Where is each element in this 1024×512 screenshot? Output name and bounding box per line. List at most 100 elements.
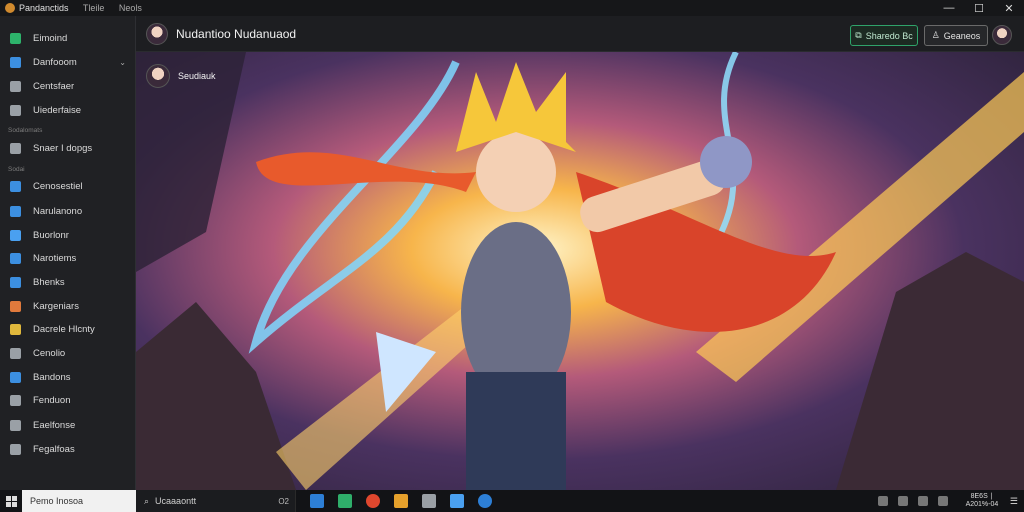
share-icon: ⧉ [855, 30, 862, 40]
channel-name: Seudiauk [178, 71, 216, 81]
channel-chip[interactable]: Seudiauk [146, 64, 216, 88]
minimize-button[interactable]: — [934, 0, 964, 16]
sidebar-item-10[interactable]: Kargeniars [0, 296, 136, 316]
app-icon [5, 3, 15, 13]
flag-icon [10, 419, 21, 431]
anime-hero-artwork [136, 52, 1024, 490]
office-app-icon[interactable] [394, 494, 408, 508]
page-title: Nudantioo Nudanuaod [176, 26, 297, 41]
share-button[interactable]: ⧉ Sharedo Bc [850, 25, 918, 46]
avatar[interactable] [146, 22, 168, 45]
energy-swirl-left [248, 60, 460, 354]
sidebar-item-label: Bhenks [33, 276, 65, 288]
sidebar-item-5[interactable]: Cenosestiel [0, 176, 136, 196]
clock[interactable]: 8E6S ∣ A201%-04 [962, 493, 1002, 509]
sidebar-item-4[interactable]: Snaer I dopgs [0, 138, 136, 158]
sidebar-item-label: Cenolio [33, 347, 66, 359]
rock-right [836, 252, 1024, 490]
clock-date: A201%-04 [965, 501, 999, 508]
sidebar-item-label: Dacrele Hlcnty [33, 323, 95, 335]
sidebar: Sodalomats Sodai Eimoind Danfooom ⌄ Centsfa… [0, 16, 136, 490]
search-icon: ⌕ [144, 495, 150, 506]
sidebar-item-13[interactable]: Bandons [0, 367, 136, 387]
account-button[interactable]: ♙ Geaneos [924, 25, 988, 46]
volume-icon[interactable] [897, 496, 908, 506]
sidebar-item-0[interactable]: Eimoind [0, 28, 136, 48]
sidebar-item-label: Danfooom [33, 56, 77, 68]
channel-header: Nudantioo Nudanuaod ⧉ Sharedo Bc ♙ Geane… [136, 16, 1024, 52]
clock-time: 8E6S ∣ [970, 493, 994, 500]
sidebar-item-3[interactable]: Uiederfaise [0, 100, 136, 120]
sidebar-item-6[interactable]: Narulanono [0, 201, 136, 221]
profile-avatar[interactable] [992, 25, 1012, 45]
channel-avatar [146, 64, 170, 88]
settings-icon [10, 104, 21, 116]
sidebar-item-label: Snaer I dopgs [33, 142, 93, 154]
window-controls: — ☐ ✕ [934, 0, 1024, 16]
taskbar-search-count: O2 [278, 496, 289, 506]
calendar-icon [10, 371, 21, 383]
chevron-down-icon[interactable]: ⌄ [119, 58, 126, 67]
language-icon[interactable] [937, 496, 948, 506]
sidebar-item-14[interactable]: Fenduon [0, 390, 136, 410]
menu-item-tleile[interactable]: Tleile [83, 3, 105, 13]
home-icon [10, 32, 21, 44]
files-app-icon[interactable] [422, 494, 436, 508]
user-icon [10, 394, 21, 406]
store-app-icon[interactable] [338, 494, 352, 508]
bell-icon [10, 443, 21, 455]
artwork-canvas[interactable]: Seudiauk [136, 52, 1024, 490]
box-icon [10, 252, 21, 264]
battery-icon[interactable] [917, 496, 928, 506]
sidebar-item-1[interactable]: Danfooom ⌄ [0, 52, 136, 72]
share-button-label: Sharedo Bc [865, 30, 913, 41]
maximize-button[interactable]: ☐ [964, 0, 994, 16]
sidebar-item-9[interactable]: Bhenks [0, 272, 136, 292]
network-icon[interactable] [877, 496, 888, 506]
notification-icon[interactable]: ☰ [1010, 496, 1018, 507]
mail-app-icon[interactable] [310, 494, 324, 508]
palette-icon [10, 300, 21, 312]
taskbar: Pemo Inosoa ⌕ Ucaaaontt O2 8E6S ∣ A201%-… [0, 490, 1024, 512]
book-icon [10, 347, 21, 359]
sidebar-item-label: Narotiems [33, 252, 77, 264]
start-button[interactable] [0, 490, 22, 512]
sidebar-item-label: Eaelfonse [33, 419, 76, 431]
image-icon [10, 323, 21, 335]
edge-app-icon[interactable] [478, 494, 492, 508]
sidebar-item-label: Buorlonr [33, 229, 69, 241]
close-button[interactable]: ✕ [994, 0, 1024, 16]
taskbar-search[interactable]: ⌕ Ucaaaontt O2 [136, 490, 296, 512]
sidebar-item-12[interactable]: Cenolio [0, 343, 136, 363]
folder-icon [10, 56, 21, 68]
menu-item-app[interactable]: Pandanctids [19, 3, 69, 13]
settings-app-icon[interactable] [450, 494, 464, 508]
hero-fist [700, 136, 752, 188]
sidebar-item-label: Eimoind [33, 32, 68, 44]
sidebar-item-8[interactable]: Narotiems [0, 248, 136, 268]
doc-icon [10, 142, 21, 154]
hero-head [476, 132, 556, 212]
sidebar-item-2[interactable]: Centsfaer [0, 76, 136, 96]
taskbar-search-text: Ucaaaontt [155, 496, 197, 506]
title-bar: Pandanctids Tleile Neols — ☐ ✕ [0, 0, 1024, 16]
account-button-label: Geaneos [943, 30, 981, 41]
menu-item-neols[interactable]: Neols [119, 3, 142, 13]
stack-icon [10, 229, 21, 241]
browser-app-icon[interactable] [366, 494, 380, 508]
sidebar-item-15[interactable]: Eaelfonse [0, 415, 136, 435]
system-tray: 8E6S ∣ A201%-04 ☰ [868, 493, 1024, 509]
sidebar-section-label-2: Sodai [8, 166, 25, 173]
user-icon: ♙ [931, 30, 940, 40]
sidebar-item-11[interactable]: Dacrele Hlcnty [0, 319, 136, 339]
sidebar-item-7[interactable]: Buorlonr [0, 225, 136, 245]
sidebar-item-label: Fenduon [33, 394, 71, 406]
taskbar-search-white[interactable]: Pemo Inosoa [22, 490, 136, 512]
pin-icon [10, 276, 21, 288]
menu-bar: Pandanctids Tleile Neols [19, 3, 154, 13]
sidebar-item-16[interactable]: Fegalfoas [0, 439, 136, 459]
sidebar-item-label: Narulanono [33, 205, 83, 217]
sidebar-item-label: Kargeniars [33, 300, 79, 312]
gear-icon [10, 80, 21, 92]
list-icon [10, 205, 21, 217]
